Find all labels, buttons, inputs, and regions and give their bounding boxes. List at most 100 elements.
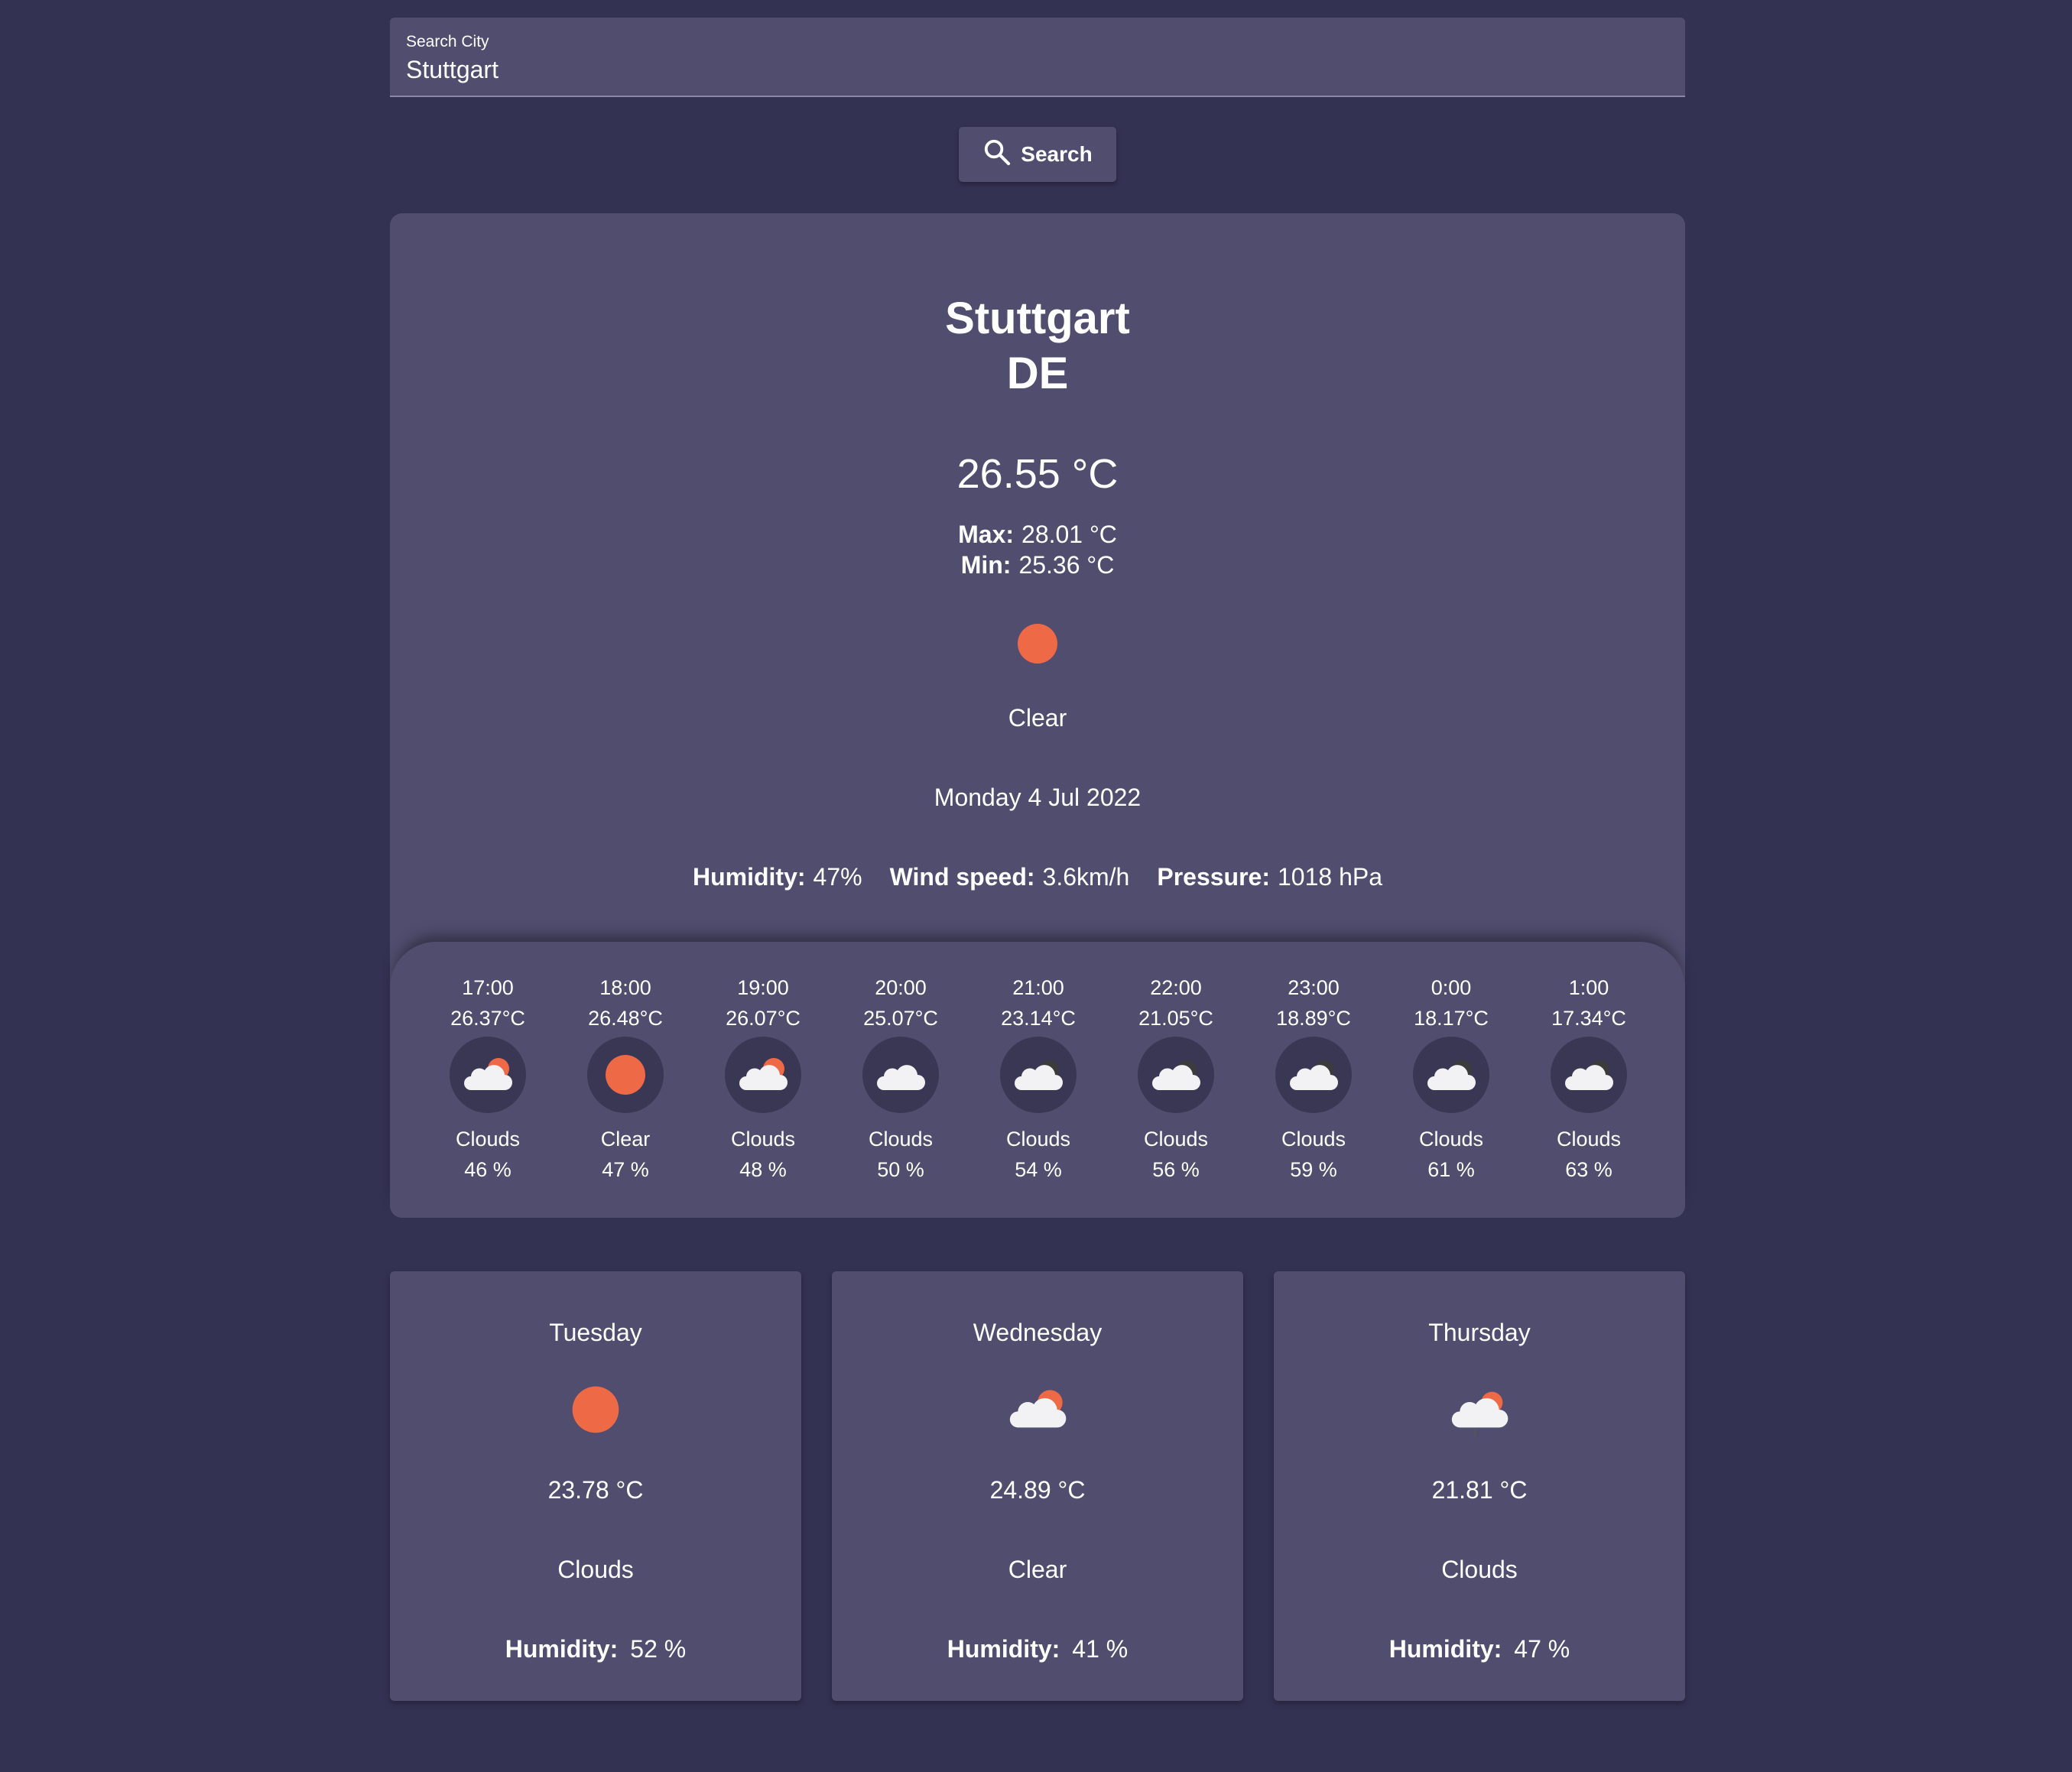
cloud-sun-rain-icon [1441, 1383, 1518, 1437]
day-humidity: Humidity: 52 % [390, 1635, 801, 1663]
hour-humidity: 50 % [877, 1158, 924, 1181]
hour-humidity: 56 % [1152, 1158, 1200, 1181]
hourly-item: 17:00 26.37°C Clouds 46 % [419, 972, 557, 1185]
hourly-item: 1:00 17.34°C Clouds 63 % [1520, 972, 1658, 1185]
location: Stuttgart DE [390, 291, 1685, 401]
hour-temp: 21.05°C [1138, 1007, 1213, 1030]
day-temperature: 23.78 °C [547, 1476, 644, 1504]
hour-humidity: 61 % [1427, 1158, 1475, 1181]
day-name: Wednesday [973, 1319, 1103, 1346]
search-icon [982, 138, 1012, 172]
hour-time: 22:00 [1150, 976, 1202, 999]
hourly-item: 22:00 21.05°C Clouds 56 % [1107, 972, 1245, 1185]
max-min-temperature: Max: 28.01 °C Min: 25.36 °C [390, 519, 1685, 580]
wind-label: Wind speed: [889, 863, 1035, 891]
cloud-moon-icon [1275, 1037, 1352, 1113]
hour-time: 19:00 [737, 976, 789, 999]
day-humidity: Humidity: 47 % [1274, 1635, 1685, 1663]
hour-condition: Clouds [1418, 1128, 1484, 1151]
cloud-moon-icon [1000, 1037, 1077, 1113]
current-date: Monday 4 Jul 2022 [934, 784, 1142, 811]
cloud-moon-icon [1551, 1037, 1627, 1113]
hour-humidity: 47 % [602, 1158, 649, 1181]
cloud-moon-icon [1138, 1037, 1214, 1113]
search-button-label: Search [1021, 142, 1093, 166]
hour-condition: Clouds [1281, 1128, 1346, 1151]
hour-temp: 18.17°C [1414, 1007, 1489, 1030]
hour-humidity: 63 % [1565, 1158, 1612, 1181]
current-stats: Humidity: 47% Wind speed: 3.6km/h Pressure: 1… [390, 863, 1685, 891]
pressure-label: Pressure: [1157, 863, 1270, 891]
hour-time: 1:00 [1568, 976, 1609, 999]
hour-temp: 17.34°C [1551, 1007, 1626, 1030]
hour-temp: 18.89°C [1276, 1007, 1351, 1030]
hour-temp: 26.07°C [726, 1007, 801, 1030]
hourly-item: 18:00 26.48°C Clear 47 % [557, 972, 694, 1185]
hour-temp: 23.14°C [1001, 1007, 1076, 1030]
search-city-label: Search City [406, 33, 489, 50]
daily-forecast-card: Tuesday 23.78 °C Clouds Humidity: 52 % [390, 1271, 801, 1701]
hour-humidity: 48 % [739, 1158, 787, 1181]
hour-condition: Clouds [1143, 1128, 1209, 1151]
hour-humidity: 59 % [1290, 1158, 1337, 1181]
hour-condition: Clouds [455, 1128, 521, 1151]
sun-icon [557, 1383, 634, 1436]
cloud-icon [862, 1037, 939, 1113]
hour-condition: Clouds [730, 1128, 796, 1151]
hour-time: 18:00 [599, 976, 651, 999]
day-name: Tuesday [549, 1319, 642, 1346]
cloud-sun-icon [450, 1037, 526, 1113]
hourly-item: 19:00 26.07°C Clouds 48 % [694, 972, 832, 1185]
cloud-moon-icon [1413, 1037, 1489, 1113]
day-name: Thursday [1428, 1319, 1531, 1346]
hourly-item: 21:00 23.14°C Clouds 54 % [969, 972, 1107, 1185]
pressure-value: 1018 hPa [1277, 863, 1382, 891]
max-value: 28.01 °C [1021, 521, 1117, 548]
day-humidity: Humidity: 41 % [832, 1635, 1243, 1663]
day-humidity-value: 52 % [630, 1635, 687, 1663]
day-condition: Clouds [557, 1556, 634, 1583]
current-condition: Clear [1008, 704, 1067, 732]
hourly-item: 0:00 18.17°C Clouds 61 % [1382, 972, 1520, 1185]
hour-temp: 25.07°C [863, 1007, 938, 1030]
day-humidity-label: Humidity: [1388, 1635, 1502, 1663]
hourly-item: 20:00 25.07°C Clouds 50 % [832, 972, 969, 1185]
hour-condition: Clear [600, 1128, 651, 1151]
hour-condition: Clouds [868, 1128, 934, 1151]
hour-humidity: 46 % [464, 1158, 512, 1181]
day-humidity-label: Humidity: [505, 1635, 619, 1663]
day-condition: Clouds [1441, 1556, 1518, 1583]
search-button[interactable]: Search [959, 127, 1116, 182]
max-label: Max: [958, 521, 1015, 548]
sun-icon [587, 1037, 664, 1113]
humidity-value: 47% [813, 863, 862, 891]
current-temperature: 26.55 °C [956, 451, 1119, 497]
min-label: Min: [960, 551, 1012, 579]
wind-value: 3.6km/h [1042, 863, 1130, 891]
search-city-input[interactable] [406, 56, 1660, 84]
hour-time: 0:00 [1431, 976, 1472, 999]
hour-time: 17:00 [462, 976, 514, 999]
sun-icon [1017, 623, 1058, 664]
current-weather-card: Stuttgart DE 26.55 °C Max: 28.01 °C Min: 2… [390, 213, 1685, 1218]
day-humidity-value: 47 % [1514, 1635, 1570, 1663]
hour-temp: 26.37°C [450, 1007, 525, 1030]
cloud-sun-icon [725, 1037, 801, 1113]
hour-time: 21:00 [1012, 976, 1064, 999]
hourly-item: 23:00 18.89°C Clouds 59 % [1245, 972, 1382, 1185]
day-temperature: 21.81 °C [1431, 1476, 1528, 1504]
hourly-forecast: 17:00 26.37°C Clouds 46 % 18:00 26.48°C Clear 4… [390, 942, 1685, 1218]
hour-humidity: 54 % [1015, 1158, 1062, 1181]
daily-forecast-card: Wednesday 24.89 °C Clear Humidity: 41 % [832, 1271, 1243, 1701]
min-value: 25.36 °C [1018, 551, 1115, 579]
city-name: Stuttgart [945, 294, 1130, 343]
hour-time: 20:00 [875, 976, 927, 999]
day-temperature: 24.89 °C [989, 1476, 1086, 1504]
hour-time: 23:00 [1288, 976, 1340, 999]
hour-condition: Clouds [1556, 1128, 1622, 1151]
day-condition: Clear [1008, 1556, 1067, 1583]
day-humidity-label: Humidity: [947, 1635, 1060, 1663]
search-city-field[interactable]: Search City [390, 18, 1685, 97]
hour-temp: 26.48°C [588, 1007, 663, 1030]
country-code: DE [1006, 349, 1069, 398]
